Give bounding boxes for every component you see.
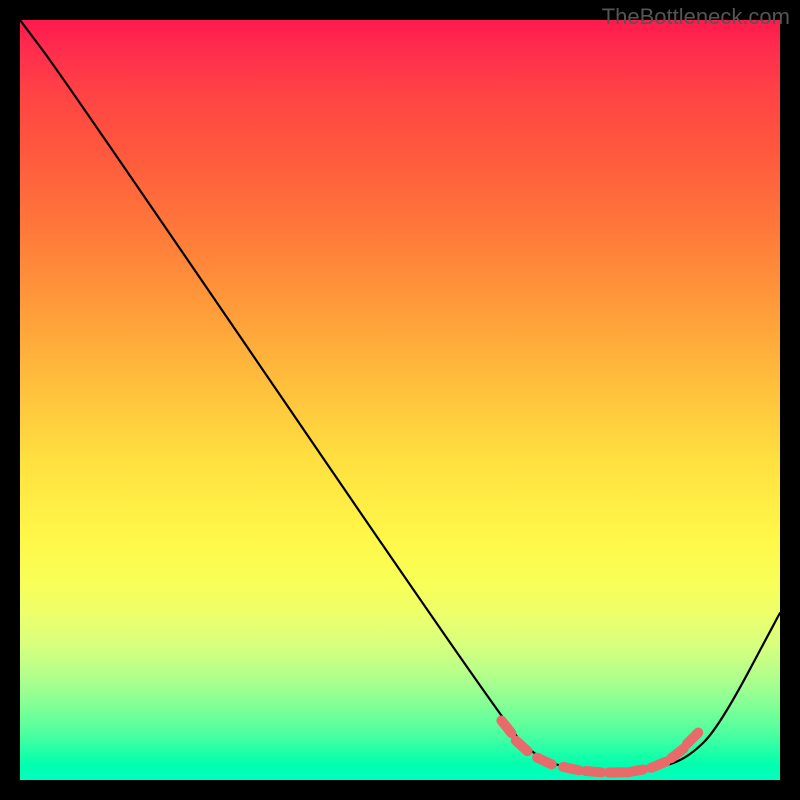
- curve-marker: [516, 740, 528, 751]
- curve-marker: [651, 762, 666, 768]
- watermark-text: TheBottleneck.com: [602, 4, 790, 30]
- curve-marker: [671, 748, 684, 758]
- chart-svg: [20, 20, 780, 780]
- curve-marker: [563, 767, 579, 770]
- curve-marker: [628, 769, 644, 772]
- curve-markers: [501, 721, 698, 773]
- curve-marker: [501, 721, 511, 733]
- bottleneck-curve-line: [20, 20, 780, 771]
- curve-marker: [586, 771, 602, 772]
- curve-marker: [537, 758, 552, 765]
- curve-marker: [687, 733, 698, 744]
- chart-plot-area: [20, 20, 780, 780]
